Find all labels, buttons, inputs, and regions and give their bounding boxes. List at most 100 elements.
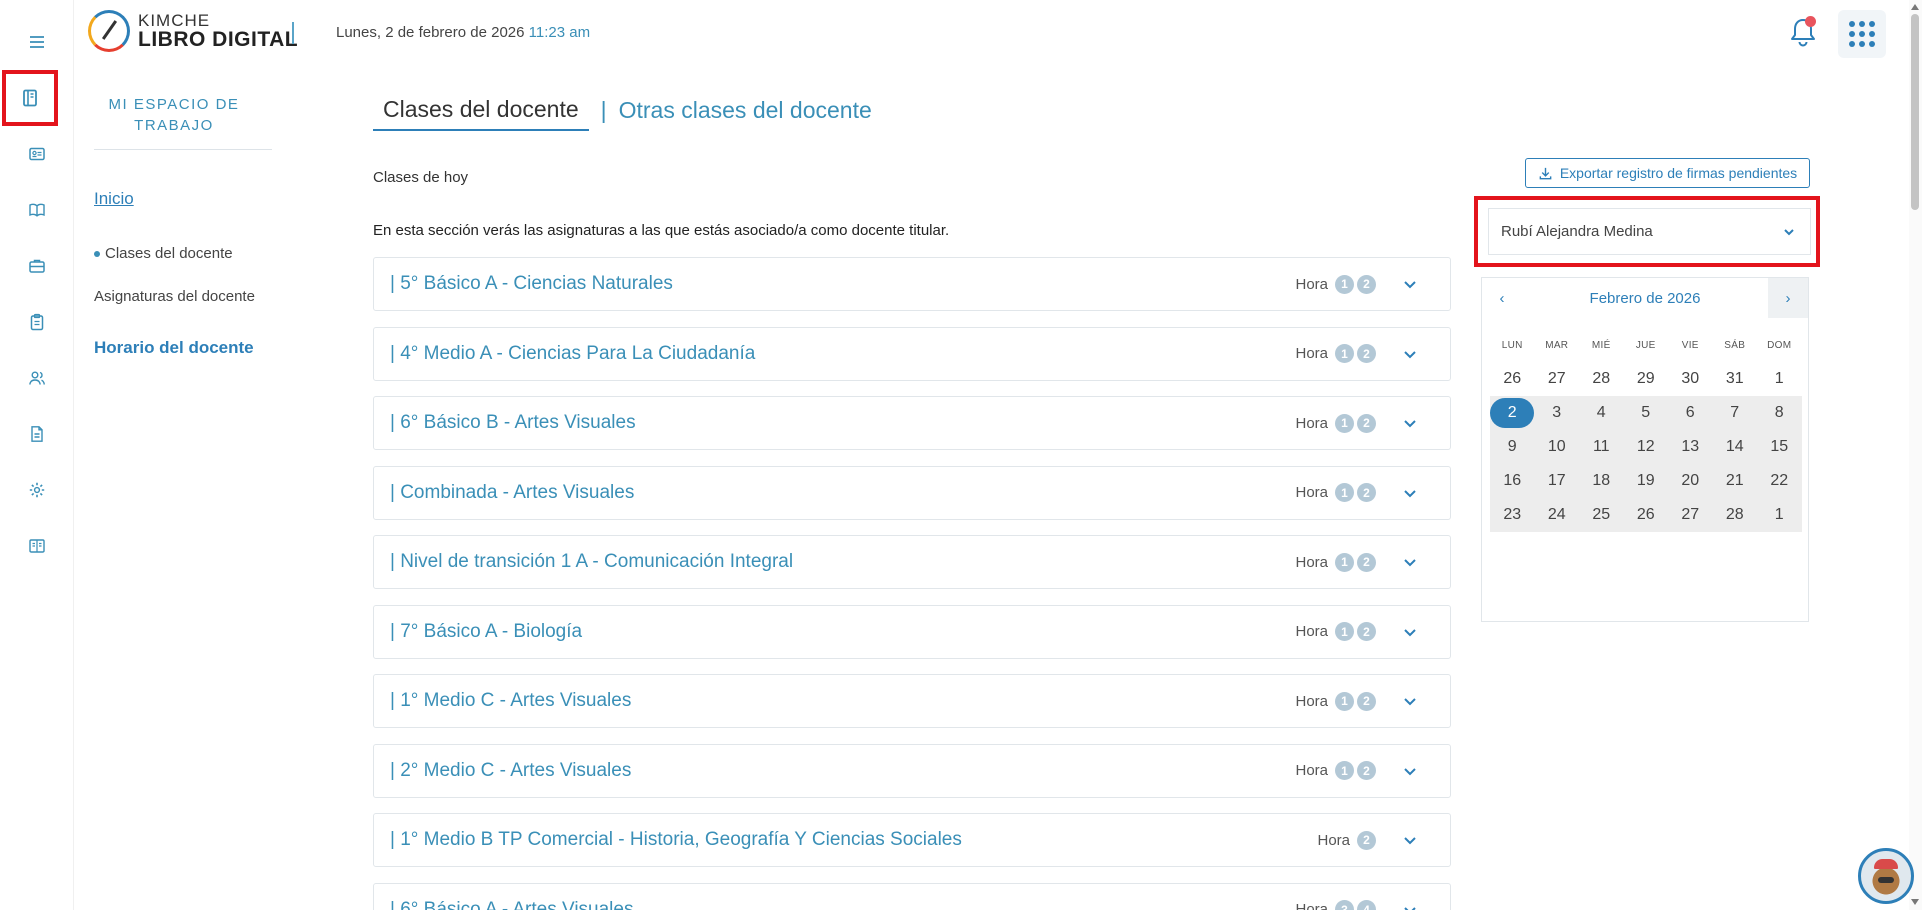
class-name[interactable]: | 2° Medio C - Artes Visuales xyxy=(390,760,631,782)
chevron-down-icon[interactable] xyxy=(1402,902,1418,910)
app-logo[interactable]: KIMCHE LIBRO DIGITAL xyxy=(88,10,298,52)
calendar-prev-button[interactable]: ‹ xyxy=(1482,278,1522,318)
class-row[interactable]: | Combinada - Artes Visuales Hora 1 2 xyxy=(373,465,1451,520)
calendar-day[interactable]: 15 xyxy=(1757,430,1802,464)
calendar-day[interactable]: 23 xyxy=(1490,498,1535,532)
calendar-day[interactable]: 1 xyxy=(1757,362,1802,396)
calendar-day[interactable]: 13 xyxy=(1668,430,1713,464)
calendar-day[interactable]: 27 xyxy=(1668,498,1713,532)
chevron-down-icon[interactable] xyxy=(1402,346,1418,362)
calendar-day[interactable]: 26 xyxy=(1623,498,1668,532)
class-row[interactable]: | 6° Básico B - Artes Visuales Hora 1 2 xyxy=(373,396,1451,450)
calendar-day[interactable]: 8 xyxy=(1757,396,1802,430)
class-name[interactable]: | Nivel de transición 1 A - Comunicación… xyxy=(390,551,793,573)
notebook-icon[interactable] xyxy=(2,70,58,126)
calendar-day[interactable]: 5 xyxy=(1623,396,1668,430)
chevron-down-icon[interactable] xyxy=(1402,415,1418,431)
calendar-day[interactable]: 20 xyxy=(1668,464,1713,498)
class-name[interactable]: | 6° Básico A - Artes Visuales xyxy=(390,899,633,910)
class-row[interactable]: | 4° Medio A - Ciencias Para La Ciudadan… xyxy=(373,326,1451,381)
active-bullet-icon xyxy=(94,250,100,257)
calendar-day[interactable]: 14 xyxy=(1712,430,1757,464)
class-row[interactable]: | 1° Medio B TP Comercial - Historia, Ge… xyxy=(373,813,1451,867)
menu-icon[interactable] xyxy=(19,24,55,60)
teacher-select[interactable]: Rubí Alejandra Medina xyxy=(1488,208,1811,255)
notifications-button[interactable] xyxy=(1788,16,1818,48)
tab-otras-clases[interactable]: Otras clases del docente xyxy=(619,97,872,130)
calendar-day[interactable]: 26 xyxy=(1490,362,1535,396)
calendar-day[interactable]: 10 xyxy=(1534,430,1579,464)
calendar-day-label: 9 xyxy=(1507,438,1517,455)
calendar-day[interactable]: 1 xyxy=(1757,498,1802,532)
sidebar-item-asignaturas[interactable]: Asignaturas del docente xyxy=(94,288,255,305)
chevron-down-icon[interactable] xyxy=(1402,554,1418,570)
class-row[interactable]: | 7° Básico A - Biología Hora 1 2 xyxy=(373,604,1451,659)
calendar-day[interactable]: 24 xyxy=(1534,498,1579,532)
sidebar-item-clases-del-docente[interactable]: Clases del docente xyxy=(94,245,233,262)
document-icon[interactable] xyxy=(19,416,55,452)
calendar-day[interactable]: 19 xyxy=(1623,464,1668,498)
export-label: Exportar registro de firmas pendientes xyxy=(1559,165,1798,181)
tab-clases-del-docente[interactable]: Clases del docente xyxy=(373,96,589,131)
tab-separator: | xyxy=(600,97,607,123)
chevron-down-icon[interactable] xyxy=(1402,485,1418,501)
calendar-day[interactable]: 3 xyxy=(1534,396,1579,430)
briefcase-icon[interactable] xyxy=(19,248,55,284)
calendar-day[interactable]: 28 xyxy=(1579,362,1624,396)
calendar-next-button[interactable]: › xyxy=(1768,278,1808,318)
class-name[interactable]: | 1° Medio B TP Comercial - Historia, Ge… xyxy=(390,829,962,851)
users-icon[interactable] xyxy=(19,360,55,396)
class-row[interactable]: | 1° Medio C - Artes Visuales Hora 1 2 xyxy=(373,674,1451,728)
class-row[interactable]: | 6° Básico A - Artes Visuales Hora 3 4 xyxy=(373,882,1451,910)
calendar-day[interactable]: 28 xyxy=(1712,498,1757,532)
calendar-day[interactable]: 12 xyxy=(1623,430,1668,464)
calendar-day[interactable]: 30 xyxy=(1668,362,1713,396)
chevron-down-icon[interactable] xyxy=(1402,832,1418,848)
class-row[interactable]: | Nivel de transición 1 A - Comunicación… xyxy=(373,535,1451,589)
calendar-day[interactable]: 16 xyxy=(1490,464,1535,498)
calendar-day[interactable]: 6 xyxy=(1668,396,1713,430)
class-name[interactable]: | 5° Básico A - Ciencias Naturales xyxy=(390,273,673,295)
assistant-avatar[interactable] xyxy=(1858,848,1914,904)
class-name[interactable]: | 7° Básico A - Biología xyxy=(390,621,582,643)
calendar-day[interactable]: 29 xyxy=(1624,362,1669,396)
scroll-down-arrow-icon[interactable] xyxy=(1911,899,1919,905)
calendar-day[interactable]: 17 xyxy=(1534,464,1579,498)
sidebar-item-inicio[interactable]: Inicio xyxy=(94,189,134,209)
calendar-day[interactable]: 9 xyxy=(1490,430,1535,464)
calendar-day-selected[interactable]: 2 xyxy=(1490,396,1535,430)
chevron-down-icon[interactable] xyxy=(1402,693,1418,709)
calendar-day[interactable]: 22 xyxy=(1757,464,1802,498)
calendar-day-label: 1 xyxy=(1774,506,1784,523)
sidebar-item-horario[interactable]: Horario del docente xyxy=(94,338,254,358)
book-icon[interactable] xyxy=(19,192,55,228)
calendar-day[interactable]: 18 xyxy=(1579,464,1624,498)
clipboard-icon[interactable] xyxy=(19,304,55,340)
calendar-day[interactable]: 21 xyxy=(1712,464,1757,498)
class-row[interactable]: | 2° Medio C - Artes Visuales Hora 1 2 xyxy=(373,743,1451,798)
class-name[interactable]: | Combinada - Artes Visuales xyxy=(390,482,634,504)
open-book-icon[interactable] xyxy=(19,528,55,564)
chevron-down-icon[interactable] xyxy=(1402,624,1418,640)
calendar-day[interactable]: 27 xyxy=(1535,362,1580,396)
hour-badge: 1 xyxy=(1335,622,1354,641)
chevron-down-icon[interactable] xyxy=(1402,276,1418,292)
apps-grid-button[interactable] xyxy=(1838,10,1886,58)
class-row[interactable]: | 5° Básico A - Ciencias Naturales Hora 1 2 xyxy=(373,257,1451,311)
class-name[interactable]: | 6° Básico B - Artes Visuales xyxy=(390,412,636,434)
calendar-day[interactable]: 11 xyxy=(1579,430,1624,464)
gear-icon[interactable] xyxy=(19,472,55,508)
class-name[interactable]: | 1° Medio C - Artes Visuales xyxy=(390,690,631,712)
class-name[interactable]: | 4° Medio A - Ciencias Para La Ciudadan… xyxy=(390,343,755,365)
calendar-day[interactable]: 31 xyxy=(1713,362,1758,396)
export-button[interactable]: Exportar registro de firmas pendientes xyxy=(1525,158,1810,188)
scrollbar-thumb[interactable] xyxy=(1911,14,1919,210)
calendar-day-label: 11 xyxy=(1592,438,1610,455)
calendar-day[interactable]: 25 xyxy=(1579,498,1624,532)
chevron-down-icon[interactable] xyxy=(1402,763,1418,779)
calendar-day[interactable]: 4 xyxy=(1579,396,1624,430)
id-card-icon[interactable] xyxy=(19,136,55,172)
sidebar-item-label: Clases del docente xyxy=(105,245,233,262)
scroll-up-arrow-icon[interactable] xyxy=(1911,4,1919,10)
calendar-day[interactable]: 7 xyxy=(1712,396,1757,430)
